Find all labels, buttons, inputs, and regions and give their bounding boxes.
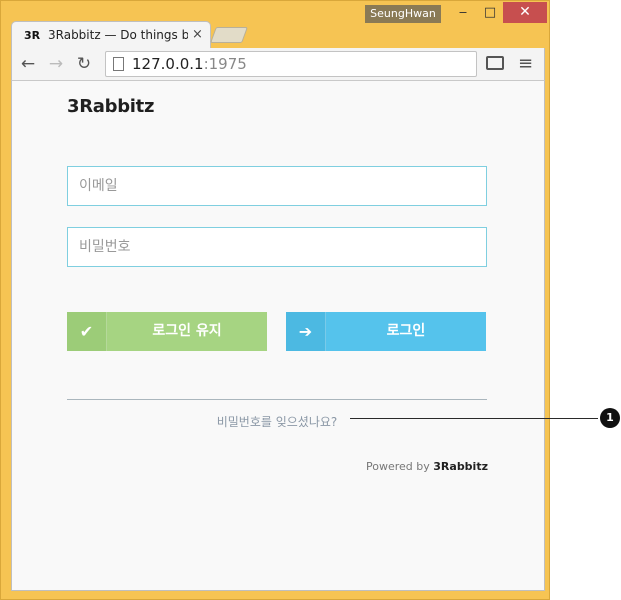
browser-toolbar: ← → ↻ 127.0.0.1:1975 ≡ (11, 48, 545, 81)
url-text: 127.0.0.1:1975 (132, 55, 247, 73)
profile-chip[interactable]: SeungHwan (365, 5, 441, 23)
tab-close-icon[interactable]: × (192, 27, 203, 42)
forgot-password-link[interactable]: 비밀번호를 잊으셨나요? (187, 413, 367, 430)
check-icon: ✔ (67, 312, 107, 351)
back-arrow-icon[interactable]: ← (18, 54, 38, 74)
forward-arrow-icon[interactable]: → (46, 54, 66, 74)
arrow-right-icon: ➔ (286, 312, 326, 351)
powered-by-label: Powered by (366, 460, 430, 473)
remember-login-label: 로그인 유지 (152, 323, 222, 339)
password-field[interactable] (67, 227, 487, 267)
login-button[interactable]: ➔ 로그인 (286, 312, 486, 351)
callout-badge: 1 (600, 408, 620, 428)
remember-login-button[interactable]: ✔ 로그인 유지 (67, 312, 267, 351)
email-field[interactable] (67, 166, 487, 206)
login-label: 로그인 (386, 323, 426, 339)
page-icon (113, 57, 124, 71)
reload-icon[interactable]: ↻ (74, 54, 94, 74)
brand-logo: 3Rabbitz (67, 96, 154, 117)
tab-title: 3Rabbitz — Do things be (48, 28, 188, 42)
browser-tab[interactable]: 3R 3Rabbitz — Do things be × (11, 21, 211, 49)
new-tab-button[interactable] (210, 27, 248, 43)
menu-icon[interactable]: ≡ (518, 53, 533, 74)
powered-by-brand: 3Rabbitz (433, 460, 488, 473)
url-port: :1975 (203, 55, 247, 73)
divider (67, 399, 487, 400)
address-bar[interactable]: 127.0.0.1:1975 (105, 51, 477, 77)
page-content: 3Rabbitz ✔ 로그인 유지 ➔ 로그인 비밀번호를 잊으셨나요? Pow… (11, 81, 545, 591)
cast-icon[interactable] (486, 56, 504, 70)
tab-favicon: 3R (24, 29, 41, 42)
powered-by: Powered by 3Rabbitz (312, 460, 488, 473)
browser-window: SeungHwan ‒ □ ✕ 3R 3Rabbitz — Do things … (0, 0, 550, 600)
minimize-button[interactable]: ‒ (450, 2, 476, 23)
brand-logo-text: 3Rabbitz (67, 96, 155, 117)
maximize-button[interactable]: □ (477, 2, 503, 23)
screenshot-stage: SeungHwan ‒ □ ✕ 3R 3Rabbitz — Do things … (0, 0, 621, 600)
url-host: 127.0.0.1 (132, 55, 204, 73)
callout-line (350, 418, 598, 419)
close-window-button[interactable]: ✕ (503, 2, 547, 23)
